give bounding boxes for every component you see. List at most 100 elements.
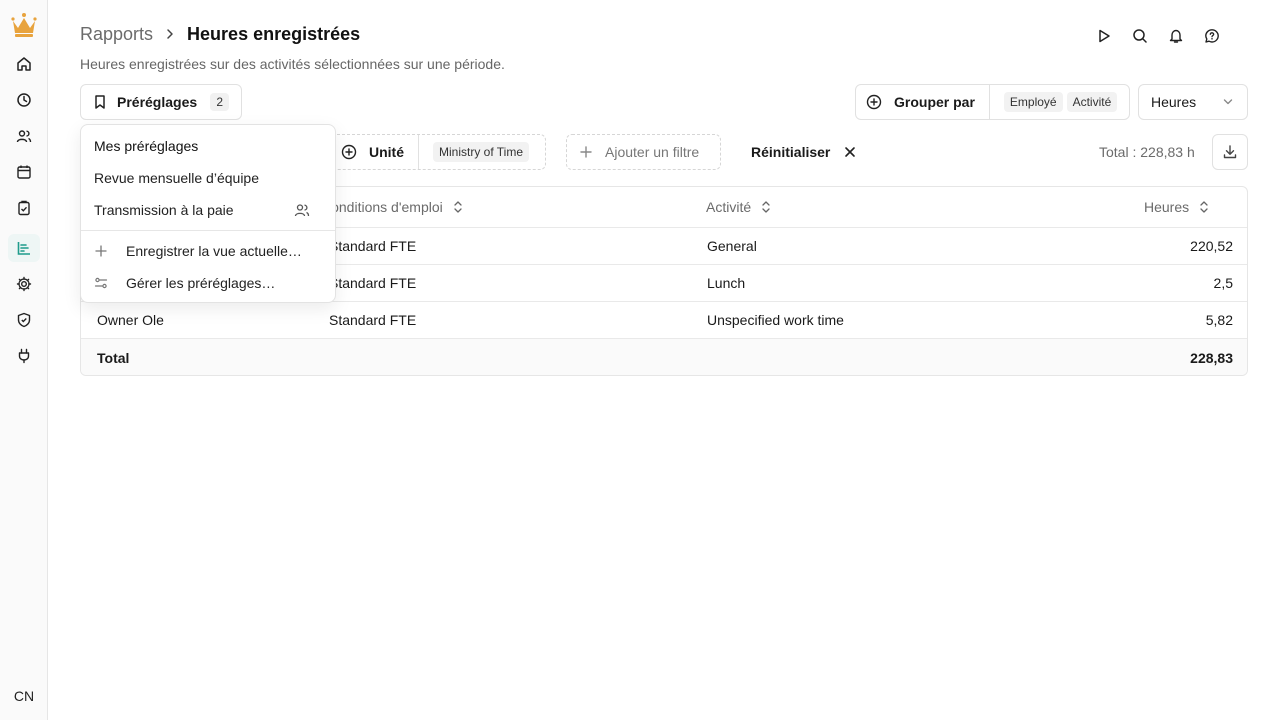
column-header-hours[interactable]: Heures	[1144, 187, 1209, 227]
user-avatar[interactable]: CN	[8, 682, 40, 710]
close-icon	[845, 147, 856, 157]
manage-presets-button[interactable]: Gérer les préréglages…	[94, 271, 324, 295]
sliders-icon	[94, 277, 108, 289]
play-button[interactable]	[1094, 26, 1114, 46]
sidebar-item-approvals[interactable]	[8, 194, 40, 222]
group-by-button[interactable]: Grouper par	[856, 85, 990, 119]
unit-filter[interactable]: Unité Ministry of Time	[326, 134, 546, 170]
chevron-down-icon	[1223, 99, 1233, 105]
home-icon	[17, 57, 31, 71]
sort-icon	[1199, 200, 1209, 214]
unit-select-value: Heures	[1151, 94, 1197, 110]
breadcrumb-parent-link[interactable]: Rapports	[80, 24, 153, 45]
shared-users-icon	[294, 202, 310, 218]
sidebar-item-home[interactable]	[8, 50, 40, 78]
page-title: Heures enregistrées	[187, 23, 361, 44]
help-button[interactable]	[1202, 26, 1222, 46]
cell-activity: Lunch	[707, 275, 746, 291]
save-current-view-label: Enregistrer la vue actuelle…	[126, 243, 302, 259]
unit-select[interactable]: Heures	[1138, 84, 1248, 120]
column-header-conditions[interactable]: Conditions d'emploi	[321, 187, 463, 227]
cell-hours: 220,52	[1190, 238, 1233, 254]
shield-check-icon	[17, 312, 31, 328]
header-actions	[1094, 26, 1222, 46]
column-header-label: Conditions d'emploi	[321, 199, 443, 215]
cell-hours: 5,82	[1205, 312, 1233, 328]
cell-conditions: Standard FTE	[329, 312, 417, 328]
search-button[interactable]	[1130, 26, 1150, 46]
presets-count-badge: 2	[210, 93, 229, 111]
plus-icon	[580, 146, 592, 158]
plus-icon	[95, 245, 107, 257]
group-by-tag-activity[interactable]: Activité	[1066, 92, 1118, 112]
total-row-label: Total	[97, 349, 130, 366]
unit-filter-label: Unité	[369, 144, 404, 160]
search-icon	[1133, 29, 1147, 43]
gear-icon	[16, 276, 32, 292]
save-current-view-button[interactable]: Enregistrer la vue actuelle…	[94, 239, 324, 263]
column-header-activity[interactable]: Activité	[706, 187, 771, 227]
cell-employee: Owner Ole	[97, 312, 164, 328]
total-row-value: 228,83	[1190, 349, 1233, 366]
dropdown-divider	[81, 230, 335, 231]
preset-item-monthly-review[interactable]: Revue mensuelle d’équipe	[94, 166, 324, 190]
notifications-button[interactable]	[1166, 26, 1186, 46]
plus-circle-icon	[341, 144, 357, 160]
sort-icon	[453, 200, 463, 214]
bookmark-icon	[95, 95, 105, 109]
reset-button[interactable]: Réinitialiser	[751, 134, 856, 170]
download-icon	[1223, 145, 1237, 159]
my-presets-heading: Mes préréglages	[94, 138, 199, 154]
cell-activity: General	[707, 238, 757, 254]
sidebar-item-security[interactable]	[8, 306, 40, 334]
bell-icon	[1169, 29, 1183, 43]
cell-hours: 2,5	[1213, 275, 1233, 291]
unit-filter-value-tag[interactable]: Ministry of Time	[433, 142, 530, 162]
unit-filter-button[interactable]: Unité	[327, 135, 419, 169]
sidebar: CN	[0, 0, 48, 720]
total-hours-label: Total : 228,83 h	[1099, 144, 1195, 160]
reset-label: Réinitialiser	[751, 144, 831, 160]
cell-conditions: Standard FTE	[329, 238, 417, 254]
group-by-tag-employee[interactable]: Employé	[1003, 92, 1063, 112]
breadcrumb: Rapports Heures enregistrées	[80, 22, 360, 46]
cell-activity: Unspecified work time	[707, 312, 844, 328]
sidebar-item-integrations[interactable]	[8, 342, 40, 370]
download-button[interactable]	[1212, 134, 1248, 170]
help-chat-icon	[1205, 29, 1219, 43]
table-total-row: Total 228,83	[81, 339, 1247, 375]
play-icon	[1099, 29, 1110, 43]
group-by-tags: Employé Activité	[990, 92, 1118, 112]
add-filter-button[interactable]: Ajouter un filtre	[566, 134, 721, 170]
crown-logo[interactable]	[8, 10, 40, 40]
preset-item-label: Transmission à la paie	[94, 202, 234, 218]
group-by-control[interactable]: Grouper par Employé Activité	[855, 84, 1130, 120]
clock-icon	[17, 93, 31, 107]
clipboard-check-icon	[18, 200, 30, 216]
crown-icon	[11, 13, 37, 37]
column-header-label: Heures	[1144, 199, 1190, 215]
users-icon	[16, 130, 32, 143]
plug-icon	[18, 348, 30, 364]
presets-button[interactable]: Préréglages 2	[80, 84, 242, 120]
preset-item-label: Revue mensuelle d’équipe	[94, 170, 259, 186]
chevron-right-icon	[165, 28, 175, 40]
sidebar-item-time[interactable]	[8, 86, 40, 114]
reports-icon	[17, 242, 30, 255]
add-filter-label: Ajouter un filtre	[605, 144, 700, 160]
page-subtitle: Heures enregistrées sur des activités sé…	[80, 56, 505, 72]
calendar-icon	[17, 165, 31, 179]
sort-icon	[761, 200, 771, 214]
plus-circle-icon	[866, 94, 882, 110]
sidebar-item-calendar[interactable]	[8, 158, 40, 186]
group-by-label: Grouper par	[894, 94, 975, 110]
column-header-label: Activité	[706, 199, 752, 215]
table-row[interactable]: Owner Ole Standard FTE Unspecified work …	[81, 302, 1247, 339]
sidebar-item-people[interactable]	[8, 122, 40, 150]
presets-label: Préréglages	[117, 94, 198, 110]
manage-presets-label: Gérer les préréglages…	[126, 275, 276, 291]
preset-item-payroll-handoff[interactable]: Transmission à la paie	[94, 198, 324, 222]
sidebar-item-reports[interactable]	[8, 234, 40, 262]
sidebar-item-settings[interactable]	[8, 270, 40, 298]
cell-conditions: Standard FTE	[329, 275, 417, 291]
